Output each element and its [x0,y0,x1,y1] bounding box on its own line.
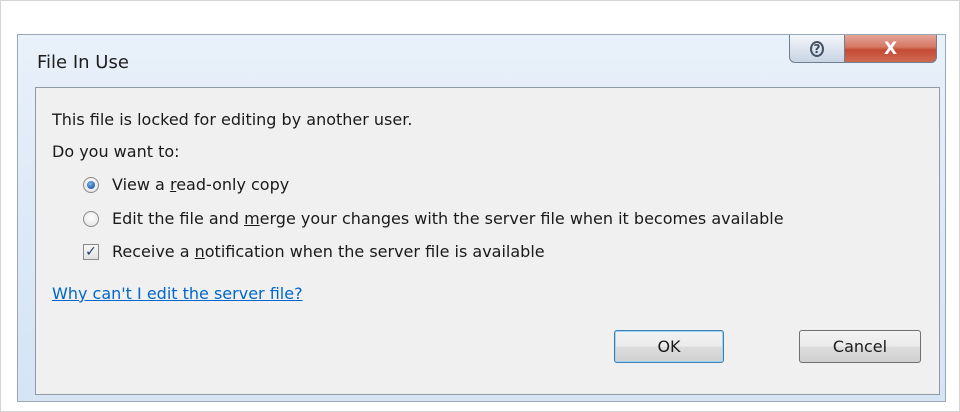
edit-and-merge-radio[interactable] [83,210,99,227]
file-in-use-dialog: File In Use ? X This file is locked for … [17,34,946,402]
locked-message: This file is locked for editing by anoth… [52,110,413,129]
view-read-only-option[interactable]: View a read-only copy [83,175,289,194]
prompt-message: Do you want to: [52,142,180,161]
ok-button[interactable]: OK [614,330,724,363]
close-icon: X [883,38,898,59]
why-cant-edit-link[interactable]: Why can't I edit the server file? [52,284,303,303]
view-read-only-radio[interactable] [83,176,99,193]
receive-notification-option[interactable]: ✓ Receive a notification when the server… [83,242,545,261]
edit-and-merge-label: Edit the file and merge your changes wit… [112,209,784,228]
help-icon: ? [810,40,824,57]
checkmark-icon: ✓ [85,243,97,260]
close-button[interactable]: X [845,35,937,63]
dialog-body: This file is locked for editing by anoth… [35,87,940,395]
title-bar: File In Use ? X [18,35,945,87]
receive-notification-checkbox[interactable]: ✓ [83,243,99,260]
receive-notification-label: Receive a notification when the server f… [112,242,545,261]
edit-and-merge-option[interactable]: Edit the file and merge your changes wit… [83,209,784,228]
cancel-button[interactable]: Cancel [799,330,921,363]
help-button[interactable]: ? [789,35,845,63]
title-bar-buttons: ? X [789,35,937,63]
view-read-only-label: View a read-only copy [112,175,290,194]
dialog-title: File In Use [37,52,129,73]
